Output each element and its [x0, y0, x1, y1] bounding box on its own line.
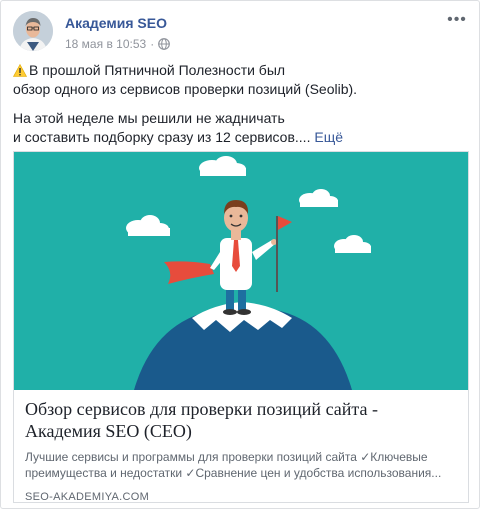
- link-desc-line-2: преимущества и недостатки ✓Сравнение цен…: [25, 466, 442, 480]
- warning-icon: [12, 63, 28, 77]
- link-preview-image[interactable]: [14, 152, 468, 390]
- link-desc-line-1: Лучшие сервисы и программы для проверки …: [25, 450, 428, 464]
- more-options-icon[interactable]: •••: [447, 12, 467, 28]
- link-preview-title[interactable]: Обзор сервисов для проверки позиций сайт…: [25, 398, 458, 442]
- paragraph-2-line-2: и составить подборку сразу из 12 сервисо…: [13, 129, 311, 145]
- page-avatar[interactable]: [13, 11, 53, 51]
- link-preview-description: Лучшие сервисы и программы для проверки …: [25, 449, 458, 481]
- post-text: В прошлой Пятничной Полезности был обзор…: [12, 61, 467, 157]
- link-preview-domain: SEO-AKADEMIYA.COM: [25, 491, 150, 503]
- link-preview-info: Обзор сервисов для проверки позиций сайт…: [25, 398, 458, 503]
- post-header: Академия SEO 18 мая в 10:53 · •••: [13, 11, 467, 55]
- meta-separator: ·: [150, 37, 155, 51]
- link-title-line-1: Обзор сервисов для проверки позиций сайт…: [25, 399, 378, 419]
- facebook-post: Академия SEO 18 мая в 10:53 · ••• В прош…: [0, 0, 480, 509]
- link-preview-card[interactable]: Обзор сервисов для проверки позиций сайт…: [13, 151, 469, 503]
- globe-icon[interactable]: [158, 38, 171, 50]
- paragraph-1-line-1: В прошлой Пятничной Полезности был: [29, 62, 286, 78]
- paragraph-1-line-2: обзор одного из сервисов проверки позици…: [13, 81, 358, 97]
- link-title-line-2: Академия SEO (СЕО): [25, 421, 192, 441]
- post-timestamp[interactable]: 18 мая в 10:53: [65, 37, 146, 51]
- paragraph-2-line-1: На этой неделе мы решили не жадничать: [13, 110, 285, 126]
- see-more-link[interactable]: Ещё: [314, 129, 343, 145]
- post-meta: 18 мая в 10:53 ·: [65, 37, 171, 51]
- post-paragraph-2: На этой неделе мы решили не жадничать и …: [13, 109, 467, 147]
- post-paragraph-1: В прошлой Пятничной Полезности был обзор…: [12, 61, 467, 99]
- page-name-link[interactable]: Академия SEO: [65, 15, 167, 31]
